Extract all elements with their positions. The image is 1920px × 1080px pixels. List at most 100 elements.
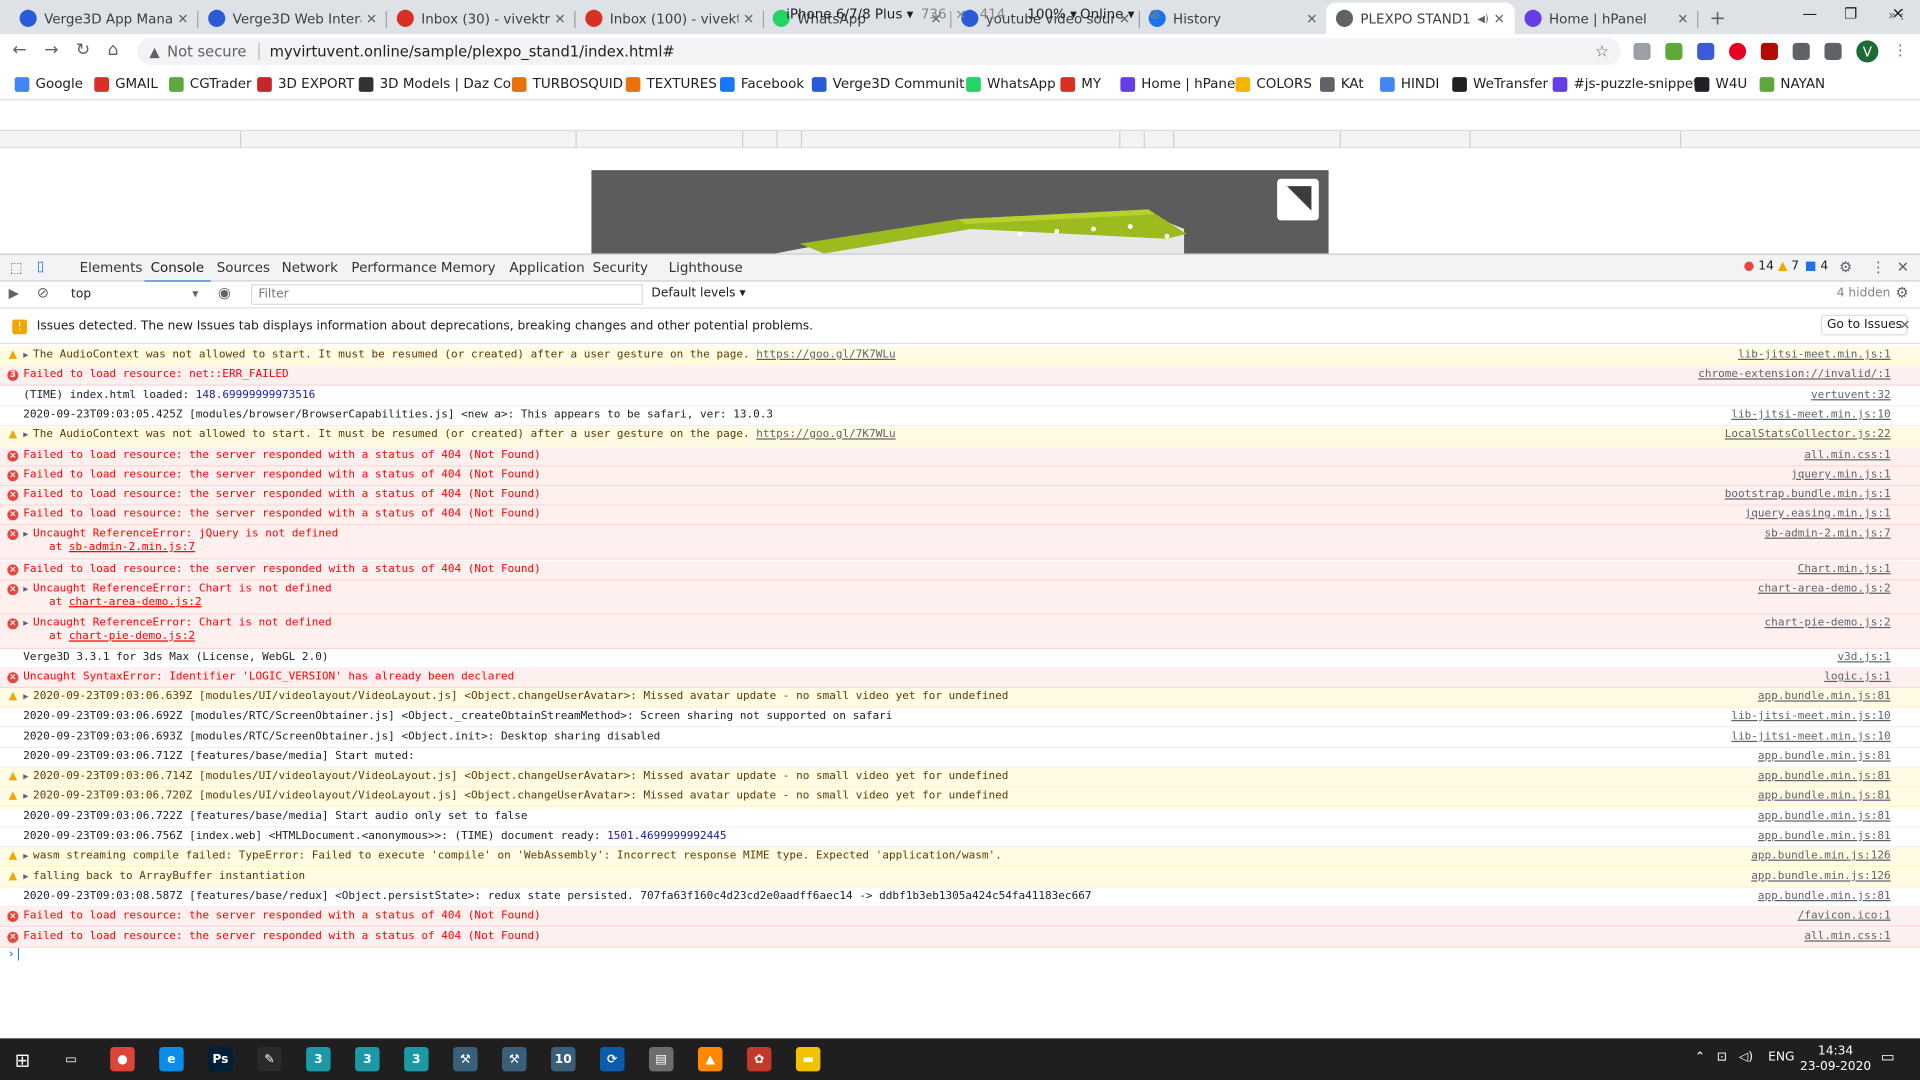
expand-triangle-icon[interactable]: ▶ <box>23 787 28 804</box>
console-message[interactable]: × ▶ Uncaught ReferenceError: Chart is not … <box>0 614 1920 649</box>
console-message[interactable]: × Failed to load resource: the server res… <box>0 486 1920 506</box>
console-message[interactable]: × Failed to load resource: the server res… <box>0 560 1920 581</box>
close-devtools-icon[interactable]: ✕ <box>1897 258 1909 275</box>
devtools-tab-elements[interactable]: Elements <box>80 260 143 276</box>
source-link[interactable]: sb-admin-2.min.js:7 <box>1765 525 1891 542</box>
close-tab-icon[interactable]: ✕ <box>743 10 754 26</box>
close-tab-icon[interactable]: ✕ <box>1494 10 1505 26</box>
console-message[interactable]: × Failed to load resource: the server res… <box>0 928 1920 948</box>
expand-triangle-icon[interactable]: ▶ <box>23 688 28 705</box>
photoshop-icon[interactable]: Ps <box>208 1046 233 1072</box>
bookmark-item[interactable]: Verge3D Communit... <box>811 76 977 92</box>
reload-button[interactable]: ↻ <box>76 40 90 60</box>
tab-7[interactable]: History ✕ <box>1139 2 1328 34</box>
console-message[interactable]: × Failed to load resource: the server res… <box>0 466 1920 487</box>
error-count[interactable]: ● 14 <box>1744 260 1774 273</box>
tab-8[interactable]: PLEXPO STAND1 ◀) ✕ <box>1326 2 1515 35</box>
expand-triangle-icon[interactable]: ▶ <box>23 347 28 364</box>
console-message[interactable]: 2020-09-23T09:03:08.587Z [features/base/… <box>0 887 1920 908</box>
new-tab-button[interactable]: + <box>1709 6 1725 29</box>
devtools-tab-security[interactable]: Security <box>593 260 648 276</box>
console-message[interactable]: ▲ ▶ falling back to ArrayBuffer instantiat… <box>0 868 1920 888</box>
file-explorer-icon[interactable]: ▬ <box>795 1046 821 1072</box>
bookmark-item[interactable]: 3D Models | Daz Co... <box>358 76 524 92</box>
inkscape-icon[interactable]: ✎ <box>257 1046 282 1072</box>
close-banner-icon[interactable]: ✕ <box>1899 317 1910 333</box>
tab-3[interactable]: Inbox (30) - vivektrived✕ <box>387 2 576 34</box>
source-link[interactable]: app.bundle.min.js:81 <box>1758 768 1891 785</box>
bookmark-item[interactable]: Home | hPanel <box>1120 76 1239 92</box>
bookmark-item[interactable]: WhatsApp <box>966 76 1056 92</box>
console-message[interactable]: × Failed to load resource: the server res… <box>0 446 1920 467</box>
vlc-icon[interactable]: ▲ <box>697 1046 723 1072</box>
inspect-element-icon[interactable]: ⬚ <box>10 260 23 276</box>
message-link[interactable]: https://goo.gl/7K7WLu <box>756 429 895 441</box>
address-bar[interactable]: ▲ Not secure myvirtuvent.online/sample/p… <box>137 37 1622 65</box>
device-toggle-icon[interactable]: ▯ <box>37 258 44 274</box>
source-link[interactable]: app.bundle.min.js:81 <box>1758 688 1891 705</box>
console-message[interactable]: × Uncaught SyntaxError: Identifier 'LOGIC… <box>0 668 1920 689</box>
console-message[interactable]: 2020-09-23T09:03:06.692Z [modules/RTC/Sc… <box>0 707 1920 728</box>
source-link[interactable]: v3d.js:1 <box>1838 649 1891 666</box>
clock[interactable]: 14:34 23-09-2020 <box>1800 1043 1871 1075</box>
stack-link[interactable]: chart-area-demo.js:2 <box>69 596 202 608</box>
profile-avatar[interactable]: V <box>1856 40 1879 63</box>
source-link[interactable]: jquery.min.js:1 <box>1791 467 1891 484</box>
sidebar-toggle-icon[interactable]: ▶ <box>9 285 19 301</box>
console-message[interactable]: ▲ ▶ 2020-09-23T09:03:06.639Z [modules/UI/v… <box>0 688 1920 708</box>
extension-icon[interactable] <box>1697 42 1715 61</box>
context-select[interactable]: top ▾ <box>64 284 204 305</box>
throttle-select[interactable]: Online ▾ <box>1080 6 1135 22</box>
3dsmax-icon[interactable]: 3 <box>404 1046 429 1072</box>
expand-triangle-icon[interactable]: ▶ <box>23 525 28 542</box>
devtools-tab-performance[interactable]: Performance <box>351 260 436 276</box>
tab-2[interactable]: Verge3D Web Interactiv ✕ <box>198 2 387 34</box>
printer-icon[interactable]: ▤ <box>648 1046 674 1072</box>
bookmark-item[interactable]: MY <box>1060 76 1101 92</box>
tab-4[interactable]: Inbox (100) - vivekt478 ✕ <box>576 2 765 34</box>
acrobat-icon[interactable] <box>1760 42 1778 61</box>
console-message[interactable]: × Failed to load resource: the server res… <box>0 505 1920 526</box>
bookmark-item[interactable]: Google <box>14 76 83 92</box>
3dsmax-icon[interactable]: 3 <box>306 1046 331 1072</box>
source-link[interactable]: bootstrap.bundle.min.js:1 <box>1725 486 1891 503</box>
bookmark-item[interactable]: TEXTURES <box>625 76 717 92</box>
source-link[interactable]: Chart.min.js:1 <box>1798 561 1891 578</box>
expand-triangle-icon[interactable]: ▶ <box>23 580 28 597</box>
bookmark-item[interactable]: W4U <box>1694 76 1747 92</box>
bookmark-item[interactable]: HINDI <box>1380 76 1439 92</box>
tab-1[interactable]: Verge3D App Manager✕ <box>10 2 199 34</box>
height-input[interactable]: 414 <box>980 6 1006 22</box>
console-message[interactable]: ▲ ▶ 2020-09-23T09:03:06.720Z [modules/UI/v… <box>0 787 1920 807</box>
source-link[interactable]: app.bundle.min.js:81 <box>1758 748 1891 765</box>
bookmark-star-icon[interactable]: ☆ <box>1595 42 1609 60</box>
bookmark-item[interactable]: #js-puzzle-snippets <box>1552 76 1705 92</box>
chrome-icon[interactable]: ● <box>110 1046 135 1072</box>
close-tab-icon[interactable]: ✕ <box>1677 10 1688 26</box>
page-viewport[interactable] <box>591 170 1329 254</box>
source-link[interactable]: jquery.easing.min.js:1 <box>1745 506 1891 523</box>
bookmark-item[interactable]: COLORS <box>1235 76 1312 92</box>
console-message[interactable]: × ▶ Uncaught ReferenceError: jQuery is not… <box>0 525 1920 560</box>
console-message[interactable]: 2020-09-23T09:03:06.722Z [features/base/… <box>0 808 1920 828</box>
console-filter-input[interactable] <box>251 284 643 305</box>
console-settings-icon[interactable]: ⚙ <box>1896 284 1909 301</box>
source-link[interactable]: app.bundle.min.js:81 <box>1758 787 1891 804</box>
console-message[interactable]: 3 Failed to load resource: net::ERR_FAILE… <box>0 366 1920 386</box>
console-message[interactable]: 2020-09-23T09:03:06.693Z [modules/RTC/Sc… <box>0 728 1920 749</box>
volume-icon[interactable]: ◁) <box>1739 1051 1753 1064</box>
tool-icon[interactable]: 10 <box>551 1046 576 1072</box>
devtools-tab-sources[interactable]: Sources <box>217 260 270 276</box>
media-queue-icon[interactable] <box>1824 42 1842 61</box>
source-link[interactable]: lib-jitsi-meet.min.js:10 <box>1731 708 1890 725</box>
tab-audio-icon[interactable]: ◀) <box>1477 13 1488 24</box>
edge-icon[interactable]: e <box>159 1046 184 1072</box>
stack-link[interactable]: sb-admin-2.min.js:7 <box>69 541 195 553</box>
console-message[interactable]: × Failed to load resource: the server res… <box>0 907 1920 927</box>
message-link[interactable]: https://goo.gl/7K7WLu <box>756 349 895 361</box>
extensions-puzzle-icon[interactable] <box>1792 42 1810 61</box>
source-link[interactable]: chart-pie-demo.js:2 <box>1765 615 1891 632</box>
go-to-issues-button[interactable]: Go to Issues <box>1820 314 1909 336</box>
source-link[interactable]: vertuvent:32 <box>1811 387 1891 404</box>
notifications-icon[interactable]: ▭ <box>1881 1048 1895 1065</box>
